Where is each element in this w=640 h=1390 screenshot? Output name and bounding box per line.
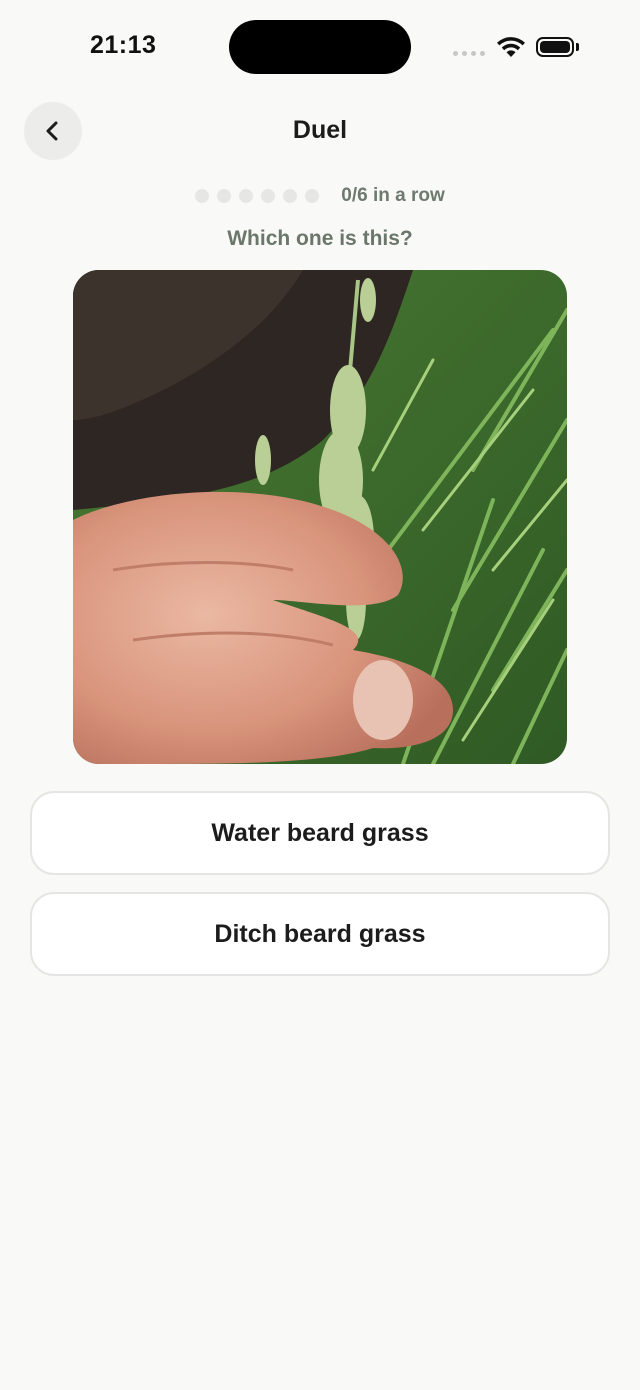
progress-dot xyxy=(261,189,276,203)
answer-option-ditch-beard-grass[interactable]: Ditch beard grass xyxy=(30,892,610,976)
cellular-signal-icon xyxy=(453,51,485,56)
status-time: 21:13 xyxy=(90,31,157,59)
battery-tip xyxy=(576,43,579,51)
progress-dot xyxy=(195,189,210,203)
streak-count: 0/6 in a row xyxy=(341,185,445,206)
answer-option-water-beard-grass[interactable]: Water beard grass xyxy=(30,791,610,875)
wifi-icon xyxy=(497,37,525,57)
dynamic-island xyxy=(229,20,411,74)
progress-dot xyxy=(305,189,320,203)
status-bar: 21:13 xyxy=(0,0,640,96)
streak-progress: 0/6 in a row xyxy=(0,185,640,207)
progress-dot xyxy=(217,189,232,203)
plant-photo xyxy=(73,270,567,764)
progress-dot xyxy=(239,189,254,203)
battery-icon xyxy=(536,37,574,57)
page-title: Duel xyxy=(292,116,348,144)
progress-dot xyxy=(283,189,298,203)
progress-dots xyxy=(195,189,320,203)
question-prompt: Which one is this? xyxy=(227,227,413,250)
